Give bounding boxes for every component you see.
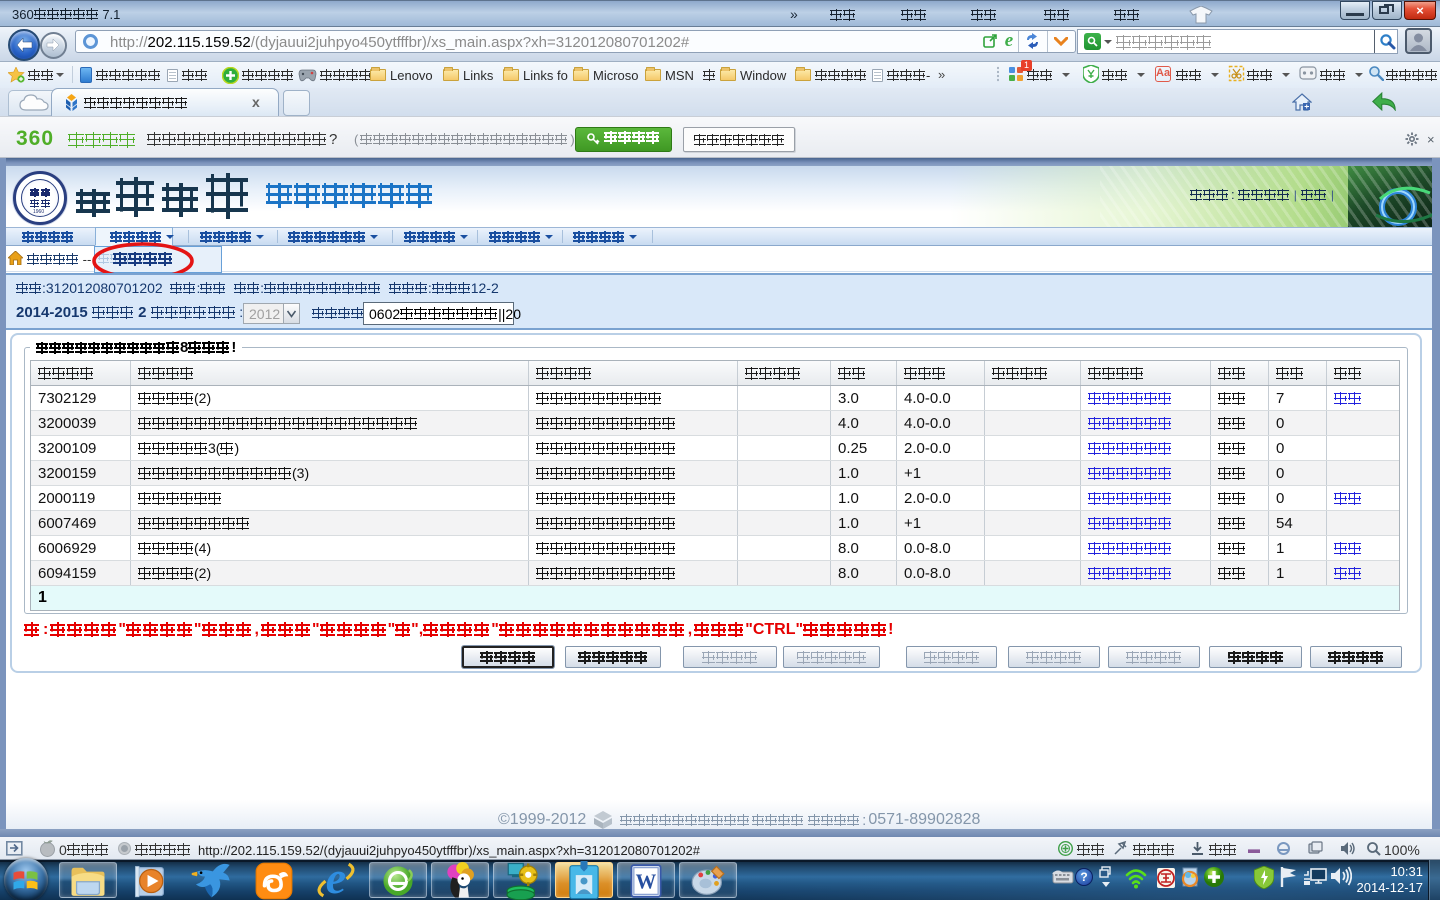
svg-text:W: W <box>636 871 657 893</box>
